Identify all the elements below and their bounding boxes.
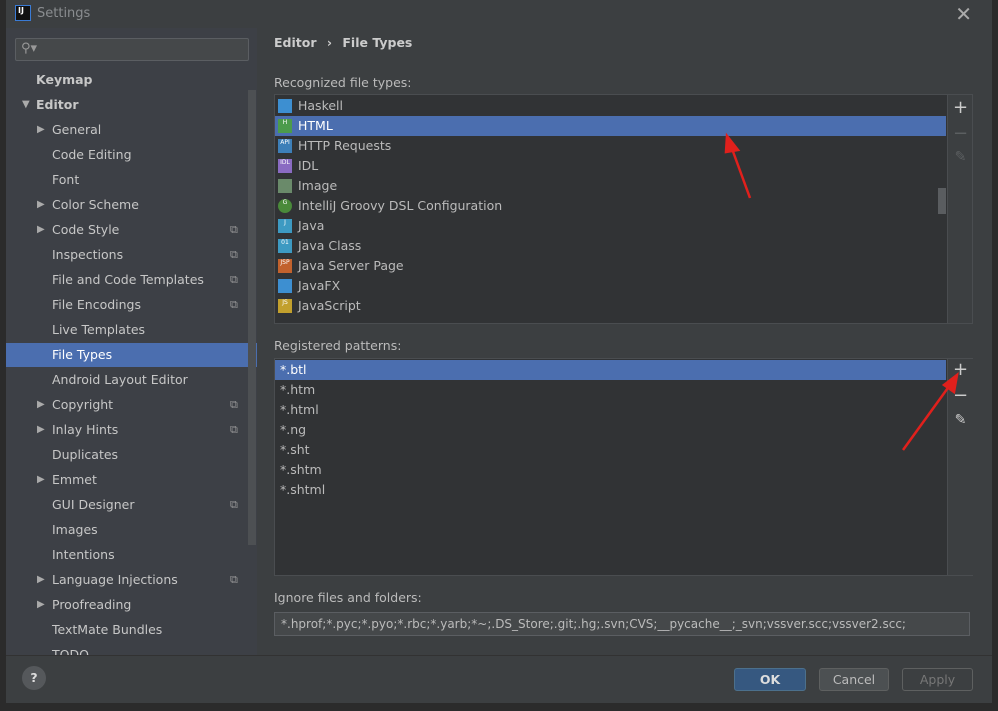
- annotation-arrows: [724, 132, 959, 451]
- annotation-arrow-add: [901, 384, 952, 451]
- annotation-arrowhead-html: [724, 132, 741, 154]
- annotation-arrow-html: [729, 145, 752, 199]
